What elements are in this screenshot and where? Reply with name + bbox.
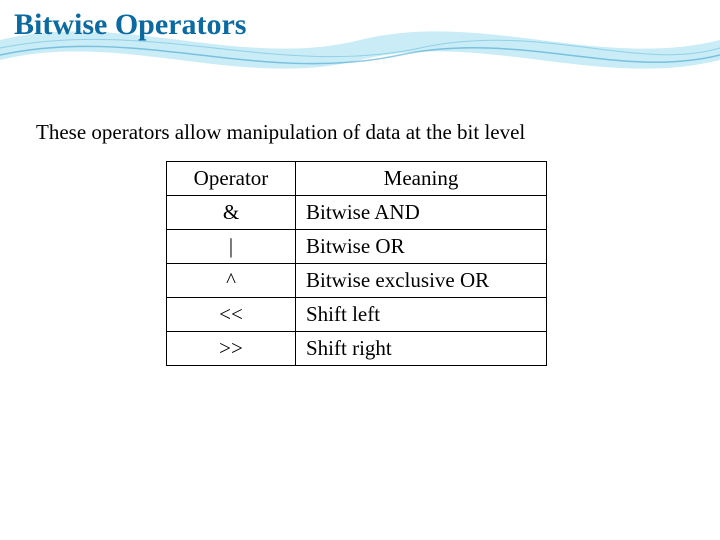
slide-title: Bitwise Operators [14, 8, 246, 42]
cell-meaning: Shift right [296, 332, 547, 366]
cell-meaning: Bitwise exclusive OR [296, 264, 547, 298]
cell-meaning: Bitwise AND [296, 196, 547, 230]
table-row: | Bitwise OR [167, 230, 547, 264]
cell-operator: & [167, 196, 296, 230]
cell-meaning: Shift left [296, 298, 547, 332]
table-header-row: Operator Meaning [167, 162, 547, 196]
cell-operator: ^ [167, 264, 296, 298]
slide-content: These operators allow manipulation of da… [36, 120, 684, 366]
operators-table: Operator Meaning & Bitwise AND | Bitwise… [166, 161, 547, 366]
header-operator: Operator [167, 162, 296, 196]
table-row: >> Shift right [167, 332, 547, 366]
table-row: & Bitwise AND [167, 196, 547, 230]
header-meaning: Meaning [296, 162, 547, 196]
table-row: << Shift left [167, 298, 547, 332]
cell-operator: >> [167, 332, 296, 366]
cell-operator: | [167, 230, 296, 264]
table-row: ^ Bitwise exclusive OR [167, 264, 547, 298]
cell-operator: << [167, 298, 296, 332]
cell-meaning: Bitwise OR [296, 230, 547, 264]
intro-text: These operators allow manipulation of da… [36, 120, 684, 145]
